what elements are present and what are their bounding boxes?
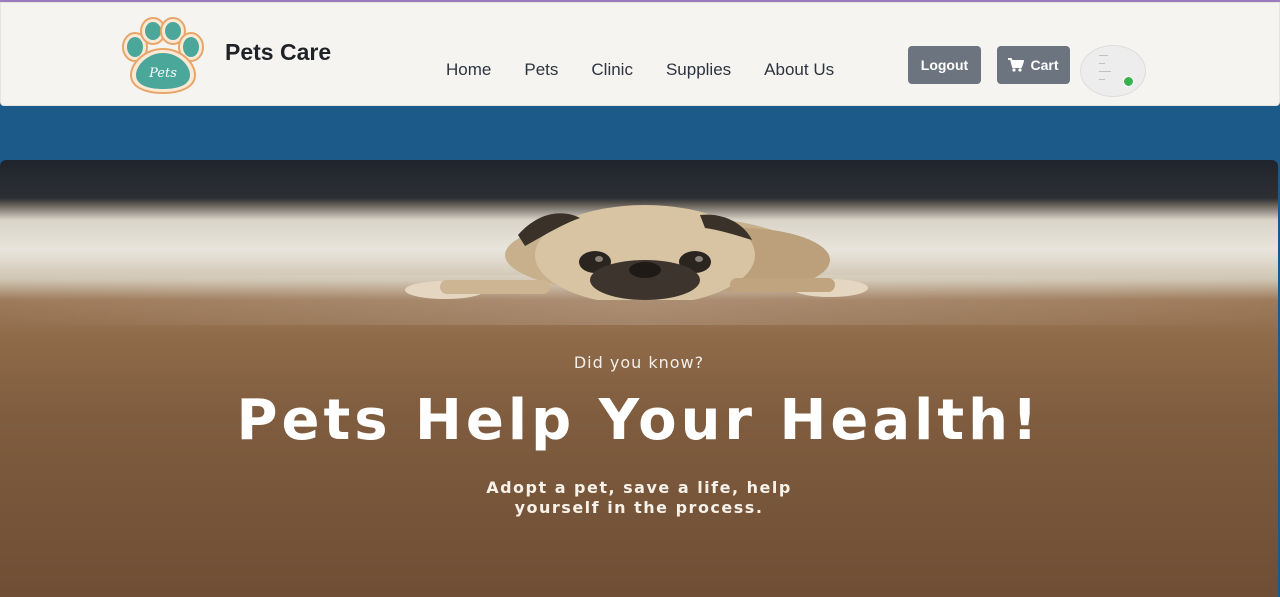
nav-about-us[interactable]: About Us bbox=[764, 60, 834, 80]
cart-label: Cart bbox=[1030, 57, 1059, 73]
logout-button[interactable]: Logout bbox=[908, 46, 981, 84]
shopping-cart-icon bbox=[1008, 58, 1025, 72]
logo-text: Pets bbox=[148, 66, 177, 81]
hero-banner: Did you know? Pets Help Your Health! Ado… bbox=[0, 160, 1278, 597]
navbar: Pets Pets Care Home Pets Clinic Supplies… bbox=[0, 2, 1280, 106]
hero-title: Pets Help Your Health! bbox=[236, 388, 1042, 453]
paw-logo-icon[interactable]: Pets bbox=[115, 17, 211, 95]
hero-kicker: Did you know? bbox=[573, 353, 705, 372]
page: Pets Pets Care Home Pets Clinic Supplies… bbox=[0, 0, 1280, 597]
pug-image bbox=[405, 205, 868, 300]
user-avatar[interactable]: ——— —— ———— —— bbox=[1080, 45, 1146, 97]
nav-clinic[interactable]: Clinic bbox=[591, 60, 633, 80]
hero-subtitle-line-1: Adopt a pet, save a life, help bbox=[486, 478, 792, 497]
cart-button[interactable]: Cart bbox=[997, 46, 1070, 84]
online-status-dot bbox=[1123, 76, 1134, 87]
nav-home[interactable]: Home bbox=[446, 60, 491, 80]
logout-label: Logout bbox=[920, 57, 969, 73]
avatar-image: ——— —— ———— —— bbox=[1099, 53, 1112, 83]
nav-supplies[interactable]: Supplies bbox=[666, 60, 731, 80]
hero-subtitle-line-2: yourself in the process. bbox=[514, 498, 764, 517]
brand-name[interactable]: Pets Care bbox=[225, 39, 331, 66]
main-nav: Home Pets Clinic Supplies About Us bbox=[446, 60, 834, 80]
hero-subtitle: Adopt a pet, save a life, help yourself … bbox=[0, 478, 1278, 518]
nav-pets[interactable]: Pets bbox=[524, 60, 558, 80]
brand[interactable]: Pets Pets Care bbox=[115, 17, 331, 95]
